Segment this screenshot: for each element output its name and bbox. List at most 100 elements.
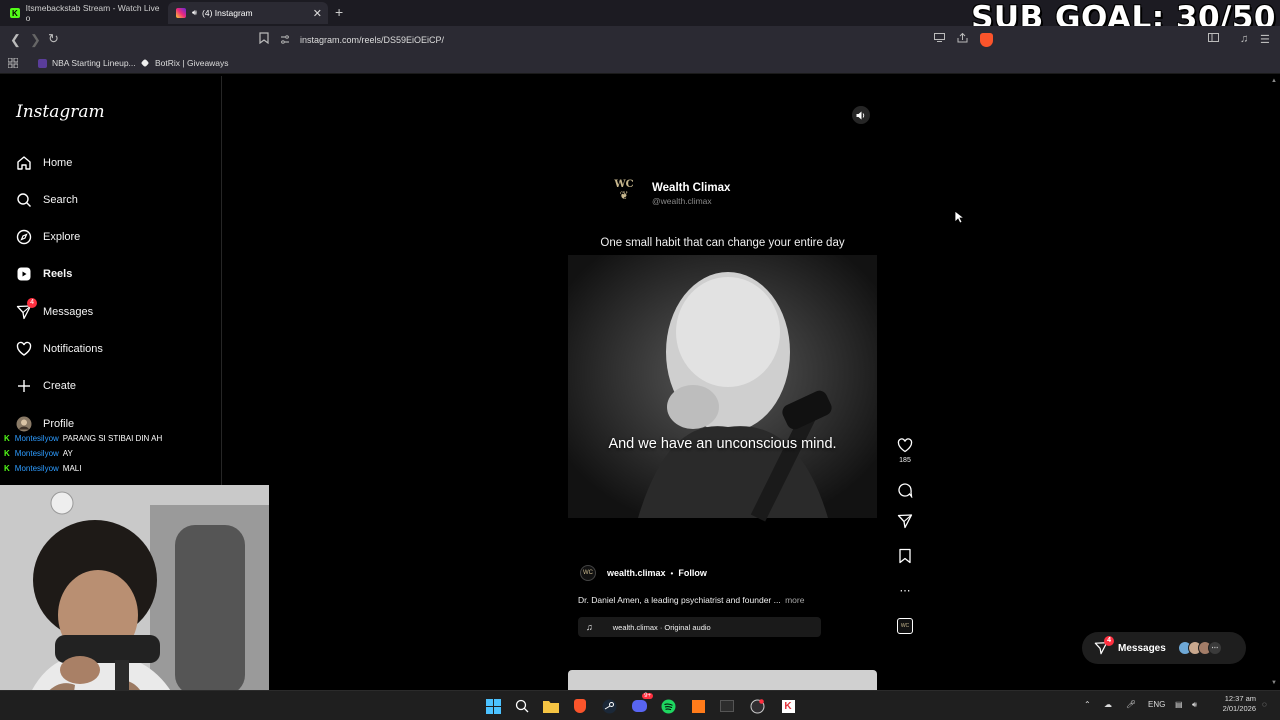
bookmarks-bar: NBA Starting Lineup... BotRix | Giveaway… xyxy=(0,54,1280,74)
clock-time: 12:37 am xyxy=(1224,694,1256,703)
reel-author-row: WC wealth.climax • Follow xyxy=(580,565,707,581)
windows-start-icon[interactable] xyxy=(485,698,501,714)
kick-favicon-icon: K xyxy=(10,8,20,18)
speaker-icon[interactable]: 🔊︎ xyxy=(192,8,197,18)
forward-icon[interactable]: ❯ xyxy=(30,32,41,48)
sidebar-item-label: Messages xyxy=(43,306,94,318)
like-count: 185 xyxy=(899,457,911,464)
audio-thumbnail[interactable]: WC xyxy=(896,618,914,634)
tab-title: (4) Instagram xyxy=(202,8,253,18)
tray-overflow-icon[interactable]: ⌃ xyxy=(1084,700,1091,709)
share-action[interactable] xyxy=(896,513,914,531)
chat-message: K Montesilyow MALI xyxy=(4,464,82,473)
notification-center-icon[interactable]: ◌ xyxy=(1262,700,1267,709)
deer-icon: ❦ xyxy=(619,190,629,202)
plus-icon xyxy=(16,378,32,394)
instagram-favicon-icon xyxy=(176,8,186,18)
chat-message: K Montesilyow AY xyxy=(4,449,73,458)
brave-shields-icon[interactable] xyxy=(980,33,993,47)
discord-icon[interactable]: 9+ xyxy=(631,693,653,714)
scroll-up-icon[interactable]: ▲ xyxy=(1271,78,1277,84)
brand-logo: WC ❦ xyxy=(614,179,634,202)
more-avatars-icon: ⋯ xyxy=(1207,641,1222,655)
reload-icon[interactable]: ↻ xyxy=(48,31,59,47)
tab-kick-stream[interactable]: K Itsmebackstab Stream - Watch Live o xyxy=(2,2,162,24)
file-explorer-icon[interactable] xyxy=(543,698,559,714)
reel-caption: Dr. Daniel Amen, a leading psychiatrist … xyxy=(578,595,805,605)
windows-taskbar: 9+ K ⌃ ☁ 🎤︎ ENG ▤ 🔊︎ 12:37 am 2/01/2026 … xyxy=(0,690,1280,720)
more-options-icon[interactable]: ⋯ xyxy=(896,584,914,597)
messenger-icon: 4 xyxy=(1094,636,1114,655)
network-icon[interactable]: ▤ xyxy=(1175,700,1183,709)
tab-instagram[interactable]: 🔊︎ (4) Instagram ✕ xyxy=(168,2,328,24)
steam-icon[interactable] xyxy=(601,698,617,714)
sidebar-item-notifications[interactable]: Notifications xyxy=(16,341,103,357)
comment-action[interactable] xyxy=(896,482,914,500)
more-link[interactable]: more xyxy=(785,595,804,605)
sidebar-item-label: Profile xyxy=(43,418,75,430)
apps-grid-icon[interactable] xyxy=(8,58,18,68)
microphone-icon[interactable]: 🎤︎ xyxy=(1126,700,1136,709)
mute-toggle-icon[interactable] xyxy=(852,106,870,124)
sidebar-item-profile[interactable]: Profile xyxy=(16,416,74,432)
page-scrollbar[interactable]: ▲ ▼ xyxy=(1268,76,1280,688)
messages-floating-button[interactable]: 4 Messages ⋯ xyxy=(1082,632,1246,664)
save-action[interactable] xyxy=(896,548,914,566)
language-indicator[interactable]: ENG xyxy=(1148,700,1165,709)
bookmark-icon[interactable] xyxy=(898,548,912,566)
sidebar-item-create[interactable]: Create xyxy=(16,378,76,394)
author-name[interactable]: wealth.climax xyxy=(607,568,666,578)
sidebar-item-search[interactable]: Search xyxy=(16,192,78,208)
back-icon[interactable]: ❮ xyxy=(10,32,21,48)
sidebar-item-explore[interactable]: Explore xyxy=(16,229,80,245)
heart-icon[interactable] xyxy=(897,438,913,455)
sidebar-item-label: Create xyxy=(43,380,77,392)
new-tab-button[interactable]: + xyxy=(335,4,343,20)
bookmark-botrix-giveaways[interactable]: BotRix | Giveaways xyxy=(140,58,229,68)
sidebar-item-label: Notifications xyxy=(43,343,103,355)
heart-icon xyxy=(16,341,32,357)
author-avatar[interactable]: WC xyxy=(580,565,596,581)
cast-icon[interactable] xyxy=(934,33,945,45)
instagram-logo[interactable]: Instagram xyxy=(16,102,105,122)
send-icon[interactable] xyxy=(897,513,913,531)
kick-app-icon[interactable]: K xyxy=(780,698,796,714)
brand-handle: @wealth.climax xyxy=(652,196,712,206)
site-info-icon[interactable] xyxy=(280,34,290,46)
botrix-favicon-icon xyxy=(140,58,150,68)
terminal-icon[interactable] xyxy=(719,698,735,714)
sidebar-item-messages[interactable]: 4 Messages xyxy=(16,298,94,320)
media-icon[interactable]: ♫ xyxy=(1240,33,1248,45)
share-icon[interactable] xyxy=(957,32,968,46)
bookmark-nba-lineups[interactable]: NBA Starting Lineup... xyxy=(38,58,136,68)
address-bar[interactable]: instagram.com/reels/DS59EiOEiCP/ xyxy=(280,30,1000,50)
obs-icon[interactable] xyxy=(749,698,765,714)
onedrive-icon[interactable]: ☁ xyxy=(1104,700,1112,709)
sidebar-toggle-icon[interactable] xyxy=(1208,33,1219,45)
reel-headline: One small habit that can change your ent… xyxy=(600,237,845,249)
next-reel-preview[interactable] xyxy=(568,670,877,690)
app-orange-icon[interactable] xyxy=(690,698,706,714)
sidebar-item-label: Home xyxy=(43,157,73,169)
follow-button[interactable]: Follow xyxy=(678,568,707,578)
bookmark-icon[interactable] xyxy=(259,32,269,47)
reel-video[interactable]: WC ❦ Wealth Climax @wealth.climax One sm… xyxy=(568,97,877,649)
browser-tab-bar: K Itsmebackstab Stream - Watch Live o 🔊︎… xyxy=(0,0,1280,36)
audio-cover-icon[interactable]: WC xyxy=(897,618,913,634)
clock[interactable]: 12:37 am 2/01/2026 xyxy=(1212,694,1256,714)
sidebar-item-home[interactable]: Home xyxy=(16,155,72,171)
sidebar-item-reels[interactable]: Reels xyxy=(16,266,72,282)
like-action[interactable]: 185 xyxy=(896,438,914,464)
nba-favicon-icon xyxy=(38,58,47,68)
menu-icon[interactable]: ☰ xyxy=(1260,33,1270,46)
spotify-icon[interactable] xyxy=(660,698,676,714)
search-icon xyxy=(16,192,32,208)
close-tab-icon[interactable]: ✕ xyxy=(313,7,322,20)
brave-browser-icon[interactable] xyxy=(572,698,588,714)
reel-audio[interactable]: ♫ wealth.climax · Original audio xyxy=(578,617,821,637)
search-icon[interactable] xyxy=(514,698,530,714)
volume-icon[interactable]: 🔊︎ xyxy=(1192,700,1197,710)
comment-icon[interactable] xyxy=(897,482,913,500)
reels-icon xyxy=(16,266,32,282)
scroll-down-icon[interactable]: ▼ xyxy=(1271,680,1277,686)
